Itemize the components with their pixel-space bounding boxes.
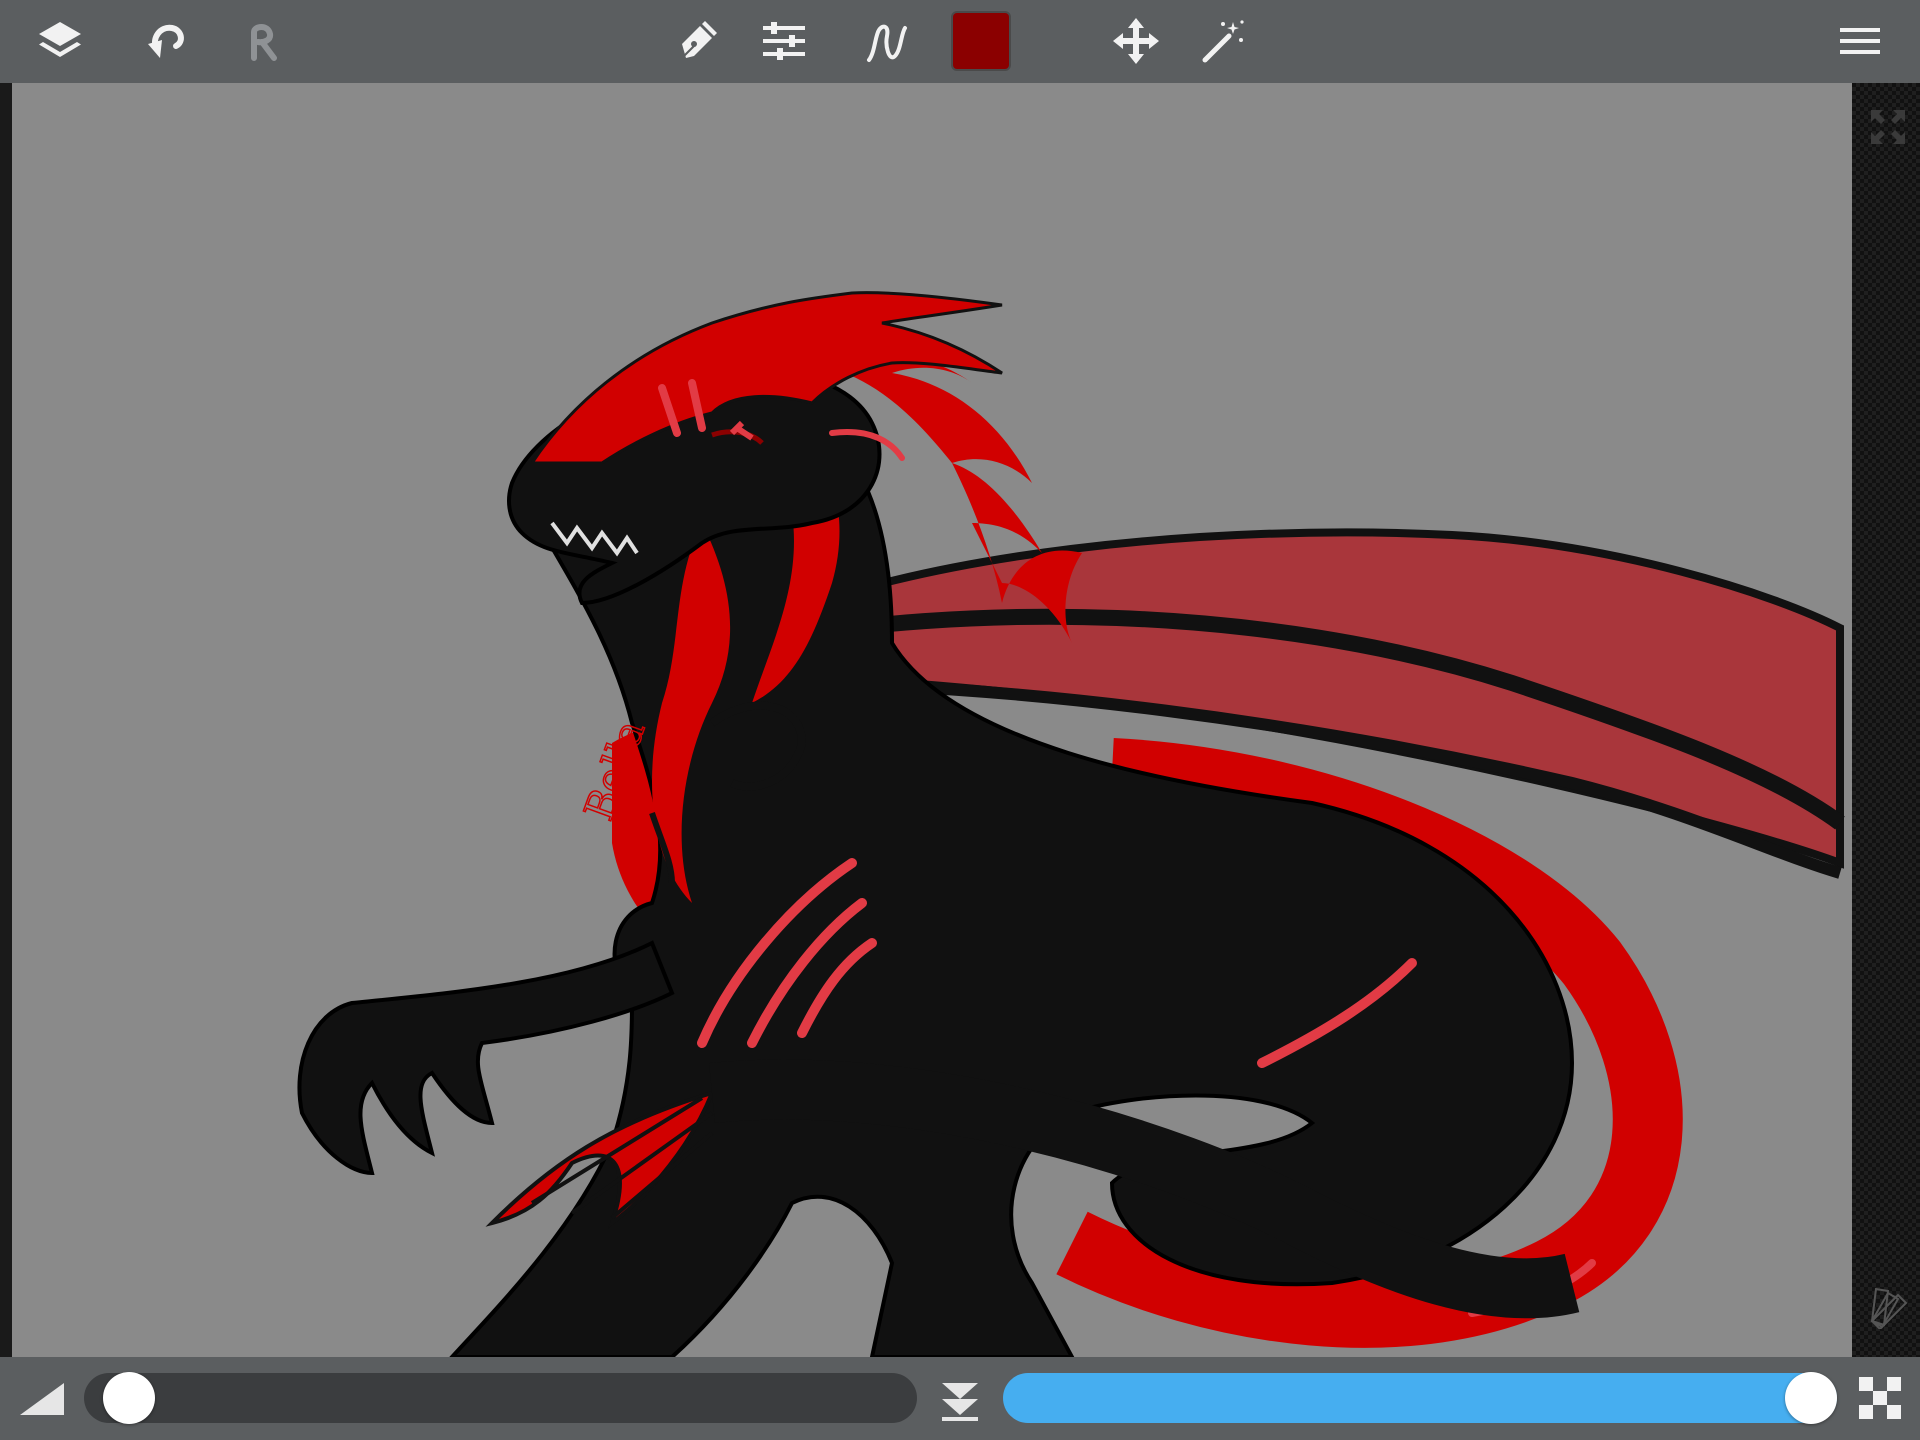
opacity-slider-track[interactable]	[1003, 1373, 1837, 1423]
redo-button[interactable]	[226, 8, 292, 74]
opacity-slider-knob[interactable]	[1785, 1372, 1837, 1424]
layers-icon	[39, 22, 81, 57]
current-color-swatch[interactable]	[951, 11, 1011, 71]
menu-icon	[1840, 28, 1880, 54]
canvas-left-edge	[0, 83, 12, 1357]
color-palette-icon[interactable]	[1868, 1285, 1912, 1329]
fullscreen-icon[interactable]	[1869, 108, 1907, 146]
brush-size-icon	[20, 1383, 64, 1415]
pen-tool-button[interactable]	[664, 8, 730, 74]
brush-settings-icon	[763, 22, 805, 60]
dragon-artwork: Bella	[297, 291, 1845, 1357]
top-toolbar	[0, 0, 1920, 83]
brush-size-slider-track[interactable]	[84, 1373, 917, 1423]
stroke-smoothing-button[interactable]	[853, 8, 919, 74]
drawing-canvas[interactable]: Bella	[12, 83, 1852, 1357]
undo-icon	[148, 24, 184, 58]
menu-button[interactable]	[1827, 8, 1893, 74]
magic-wand-icon	[1202, 20, 1244, 63]
pen-tool-icon	[681, 21, 717, 59]
stroke-smoothing-icon	[867, 24, 907, 62]
redo-icon	[251, 24, 277, 61]
transform-move-button[interactable]	[1103, 8, 1169, 74]
right-side-panel	[1852, 83, 1920, 1357]
bottom-toolbar	[0, 1357, 1920, 1440]
magic-wand-button[interactable]	[1189, 8, 1255, 74]
undo-button[interactable]	[134, 8, 200, 74]
brush-settings-button[interactable]	[751, 8, 817, 74]
layers-button[interactable]	[27, 8, 93, 74]
canvas-frame: Bella	[0, 83, 1920, 1357]
merge-down-icon[interactable]	[940, 1379, 980, 1421]
transform-move-icon	[1113, 18, 1159, 64]
checkerboard-icon[interactable]	[1859, 1377, 1901, 1419]
